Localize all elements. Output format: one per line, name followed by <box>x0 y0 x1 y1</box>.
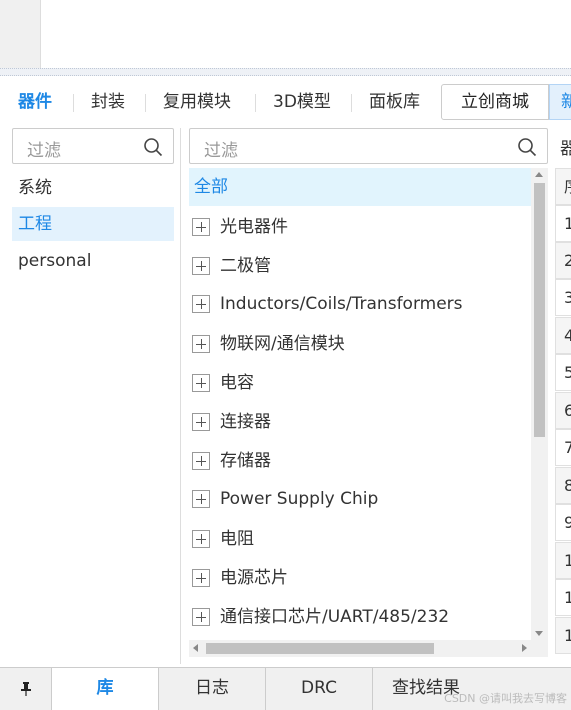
tab-separator <box>255 94 256 112</box>
bottom-tab-library[interactable]: 库 <box>51 668 158 710</box>
tree-item[interactable]: 电容 <box>190 365 530 401</box>
table-row[interactable]: 9 <box>555 504 571 541</box>
tree-item-label: Inductors/Coils/Transformers <box>220 294 463 314</box>
library-panel-window: 器件 封装 复用模块 3D模型 面板库 立创商城 新 过滤 系统 工程 pers… <box>0 0 571 710</box>
scroll-down-icon[interactable] <box>535 631 543 636</box>
library-item-system[interactable]: 系统 <box>12 171 174 205</box>
table-row[interactable]: 5 <box>555 354 571 391</box>
tree-item-label: 通信接口芯片/UART/485/232 <box>220 607 450 627</box>
filter-placeholder: 过滤 <box>27 141 61 161</box>
watermark: CSDN @请叫我去写博客 <box>444 692 567 705</box>
library-filter-input[interactable]: 过滤 <box>12 128 174 164</box>
table-row[interactable]: 7 <box>555 429 571 466</box>
scroll-thumb[interactable] <box>534 183 545 437</box>
scroll-left-icon[interactable] <box>193 644 198 652</box>
expand-plus-icon[interactable] <box>192 452 210 470</box>
column-divider[interactable] <box>180 128 181 664</box>
category-filter-input[interactable]: 过滤 <box>189 128 548 164</box>
tree-vertical-scrollbar[interactable] <box>531 168 548 640</box>
expand-plus-icon[interactable] <box>192 413 210 431</box>
tree-item[interactable]: 二极管 <box>190 248 530 284</box>
tree-item[interactable]: 通信接口芯片/UART/485/232 <box>190 599 530 635</box>
tree-item-label: 二极管 <box>220 256 271 276</box>
expand-plus-icon[interactable] <box>192 257 210 275</box>
panel-splitter[interactable] <box>0 68 571 76</box>
right-panel-header: 器 <box>560 139 571 159</box>
table-row[interactable]: 8 <box>555 467 571 504</box>
table-row[interactable]: 3 <box>555 279 571 316</box>
scroll-up-icon[interactable] <box>535 172 543 177</box>
table-row[interactable]: 1 <box>555 579 571 616</box>
tree-item-label: 电源芯片 <box>220 568 288 588</box>
tree-item-label: 光电器件 <box>220 217 288 237</box>
expand-plus-icon[interactable] <box>192 530 210 548</box>
expand-plus-icon[interactable] <box>192 608 210 626</box>
tree-item-label: 物联网/通信模块 <box>220 334 345 354</box>
tab-separator <box>351 94 352 112</box>
pin-icon[interactable] <box>0 668 51 710</box>
tree-item-label: Power Supply Chip <box>220 489 379 509</box>
tree-item-label: 电阻 <box>220 529 254 549</box>
bottom-tab-log[interactable]: 日志 <box>158 668 265 710</box>
table-row[interactable]: 1 <box>555 205 571 242</box>
tree-item-label: 电容 <box>220 373 254 393</box>
table-row[interactable]: 2 <box>555 242 571 279</box>
library-tabbar: 器件 封装 复用模块 3D模型 面板库 立创商城 新 <box>0 82 571 122</box>
tab-reuse-modules[interactable]: 复用模块 <box>163 90 231 114</box>
tree-item[interactable]: 光电器件 <box>190 209 530 245</box>
expand-plus-icon[interactable] <box>192 569 210 587</box>
scroll-thumb[interactable] <box>206 643 434 654</box>
tree-item[interactable]: 电源芯片 <box>190 560 530 596</box>
tab-footprints[interactable]: 封装 <box>91 90 125 114</box>
tree-item[interactable]: 物联网/通信模块 <box>190 326 530 362</box>
table-header-cell[interactable]: 序 <box>555 168 571 205</box>
search-icon[interactable] <box>517 137 537 157</box>
library-item-personal[interactable]: personal <box>12 244 174 278</box>
table-row[interactable]: 6 <box>555 392 571 429</box>
tab-separator <box>73 94 74 112</box>
tree-horizontal-scrollbar[interactable] <box>189 640 531 657</box>
scroll-corner <box>531 640 548 657</box>
tab-separator <box>145 94 146 112</box>
table-row[interactable]: 1 <box>555 542 571 579</box>
expand-plus-icon[interactable] <box>192 374 210 392</box>
tree-item[interactable]: Inductors/Coils/Transformers <box>190 286 530 322</box>
expand-plus-icon[interactable] <box>192 218 210 236</box>
canvas-left-strip <box>0 0 41 68</box>
library-item-project[interactable]: 工程 <box>12 207 174 241</box>
canvas-area[interactable] <box>0 0 571 68</box>
tree-item[interactable]: 存储器 <box>190 443 530 479</box>
filter-placeholder: 过滤 <box>204 141 238 161</box>
tree-root-all[interactable]: 全部 <box>189 168 531 206</box>
tab-3d-models[interactable]: 3D模型 <box>273 90 331 114</box>
tree-item-label: 连接器 <box>220 412 271 432</box>
tab-components[interactable]: 器件 <box>18 90 52 114</box>
expand-plus-icon[interactable] <box>192 490 210 508</box>
scroll-right-icon[interactable] <box>522 644 527 652</box>
lcsc-shop-button[interactable]: 立创商城 <box>441 84 549 120</box>
expand-plus-icon[interactable] <box>192 335 210 353</box>
tree-item[interactable]: 电阻 <box>190 521 530 557</box>
table-row[interactable]: 4 <box>555 317 571 354</box>
bottom-tab-drc[interactable]: DRC <box>265 668 372 710</box>
tree-item-label: 存储器 <box>220 451 271 471</box>
table-row[interactable]: 1 <box>555 617 571 654</box>
tree-item[interactable]: Power Supply Chip <box>190 481 530 517</box>
new-button[interactable]: 新 <box>549 84 571 120</box>
tab-panel-library[interactable]: 面板库 <box>369 90 420 114</box>
search-icon[interactable] <box>143 137 163 157</box>
tree-item[interactable]: 连接器 <box>190 404 530 440</box>
expand-plus-icon[interactable] <box>192 295 210 313</box>
